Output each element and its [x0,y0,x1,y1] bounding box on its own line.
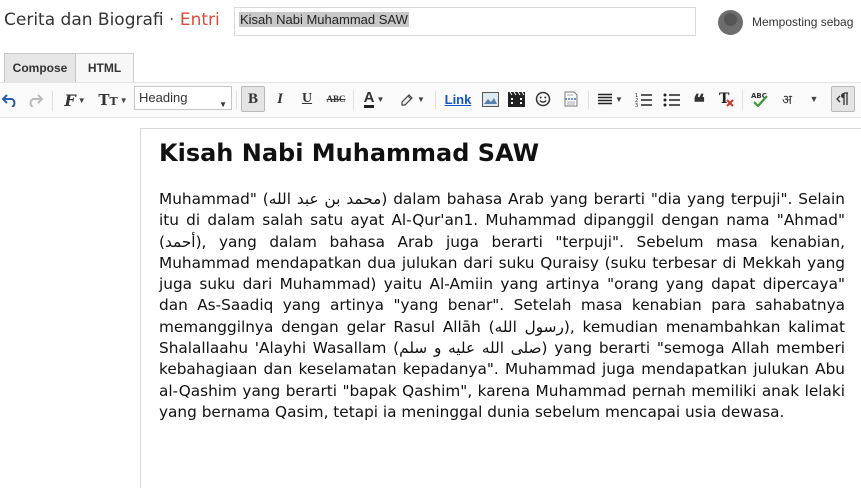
editor-area: Kisah Nabi Muhammad SAW Muhammad" (محمد … [0,119,861,488]
quote-icon[interactable]: ❝ [688,86,710,114]
editor-gutter [0,119,140,479]
tab-html[interactable]: HTML [76,53,134,83]
highlight-button[interactable]: ▼ [396,86,428,112]
text-color-button[interactable]: A ▼ [358,86,390,112]
toolbar-divider [742,90,743,110]
underline-icon: U [301,91,313,106]
breadcrumb: Cerita dan Biografi · Entri [4,10,220,30]
avatar[interactable] [718,10,743,35]
post-heading[interactable]: Kisah Nabi Muhammad SAW [159,139,539,167]
more-icon[interactable]: ▼ [804,86,822,112]
toolbar-divider [435,90,436,110]
top-bar: Cerita dan Biografi · Entri Kisah Nabi M… [0,0,861,44]
post-body-editor[interactable]: Kisah Nabi Muhammad SAW Muhammad" (محمد … [140,128,861,488]
align-button[interactable]: ▼ [594,86,626,112]
toolbar-divider [353,90,354,110]
strikethrough-icon: ABC [326,94,346,104]
italic-icon: I [277,90,283,107]
blog-name[interactable]: Cerita dan Biografi [4,10,164,30]
bullet-list-icon[interactable] [660,86,682,112]
post-title-value: Kisah Nabi Muhammad SAW [239,12,409,27]
highlight-icon [401,94,413,106]
transliterate-icon[interactable]: अ [776,86,798,112]
post-body-text[interactable]: Muhammad" (محمد بن عبد الله) dalam bahas… [159,189,845,423]
bold-icon: B [247,90,258,107]
publishing-as-label: Memposting sebag [752,15,854,29]
jump-break-icon[interactable] [560,86,582,112]
toolbar-divider [236,90,237,110]
video-icon[interactable] [505,86,527,112]
italic-button[interactable]: I [269,86,291,112]
link-button[interactable]: Link [441,86,475,112]
tab-compose[interactable]: Compose [4,53,76,83]
clear-format-icon[interactable]: T [715,86,737,112]
strikethrough-button[interactable]: ABC [323,86,349,112]
toolbar-divider [588,90,589,110]
svg-text:3: 3 [635,103,638,107]
section-label[interactable]: Entri [180,10,220,30]
underline-button[interactable]: U [296,86,318,112]
align-icon [598,93,613,104]
breadcrumb-separator: · [169,10,175,30]
rtl-icon[interactable] [831,86,855,112]
image-icon[interactable] [479,86,501,112]
spellcheck-icon[interactable]: ABC [748,86,770,112]
numbered-list-icon[interactable]: 123 [632,86,654,112]
bold-button[interactable]: B [241,86,265,112]
text-color-icon: A [363,89,375,108]
post-title-input[interactable]: Kisah Nabi Muhammad SAW [234,7,696,36]
emoji-icon[interactable] [532,86,554,112]
toolbar-buttons: B I U ABC A ▼ ▼ Link ▼ 123 ❝ T ABC अ ▼ [0,82,861,118]
